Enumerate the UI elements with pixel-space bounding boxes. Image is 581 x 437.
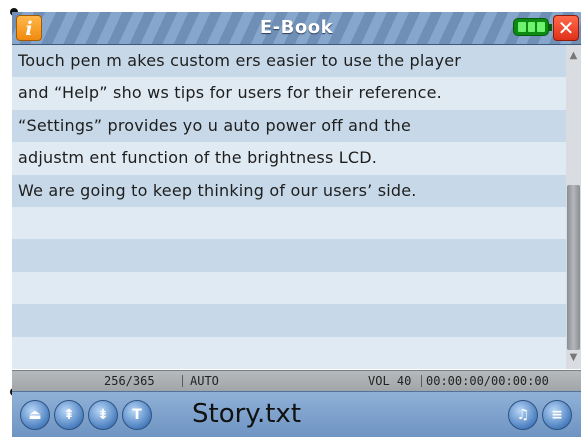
volume-readout: VOL 40 bbox=[368, 374, 412, 388]
text-line bbox=[12, 271, 566, 305]
file-name: Story.txt bbox=[192, 399, 302, 429]
menu-icon[interactable]: ≡ bbox=[542, 400, 572, 430]
time-readout: 00:00:00/00:00:00 bbox=[426, 374, 549, 388]
page-up-icon[interactable]: ⇞ bbox=[54, 400, 84, 430]
scroll-mode: AUTO bbox=[190, 374, 219, 388]
battery-cell bbox=[527, 22, 536, 32]
text-line: adjustm ent function of the brightness L… bbox=[12, 142, 566, 175]
window-title: E-Book bbox=[259, 17, 334, 38]
battery-icon bbox=[513, 18, 552, 36]
page-counter: 256/365 bbox=[104, 374, 155, 388]
text-line bbox=[12, 206, 566, 240]
status-bar: 256/365 AUTO VOL 40 00:00:00/00:00:00 bbox=[12, 370, 581, 391]
title-bar: i E-Book ✕ bbox=[12, 12, 581, 45]
ebook-window: i E-Book ✕ Touch pen m akes custom ers e… bbox=[0, 0, 581, 437]
battery-cell bbox=[537, 22, 546, 32]
text-icon[interactable]: T bbox=[122, 400, 152, 430]
scroll-down-icon[interactable]: ▼ bbox=[566, 351, 581, 365]
battery-tip bbox=[549, 24, 552, 31]
vertical-scrollbar[interactable]: ▲ ▼ bbox=[566, 45, 581, 369]
eject-icon[interactable]: ⏏ bbox=[20, 400, 50, 430]
control-bar: ⏏ ⇞ ⇟ T Story.txt ♫ ≡ bbox=[12, 391, 581, 437]
text-view[interactable]: Touch pen m akes custom ers easier to us… bbox=[12, 45, 566, 369]
music-icon[interactable]: ♫ bbox=[508, 400, 538, 430]
scroll-thumb[interactable] bbox=[567, 185, 580, 350]
battery-cell bbox=[518, 22, 526, 32]
text-line bbox=[12, 304, 566, 337]
text-line bbox=[12, 239, 566, 272]
scroll-up-icon[interactable]: ▲ bbox=[566, 49, 581, 63]
text-line bbox=[12, 336, 566, 369]
text-line: We are going to keep thinking of our use… bbox=[12, 174, 566, 207]
status-divider bbox=[421, 375, 422, 387]
text-line: “Settings” provides yo u auto power off … bbox=[12, 109, 566, 143]
text-line: and “Help” sho ws tips for users for the… bbox=[12, 77, 566, 110]
status-divider bbox=[182, 375, 183, 387]
close-button[interactable]: ✕ bbox=[553, 15, 579, 41]
text-line: Touch pen m akes custom ers easier to us… bbox=[12, 45, 566, 78]
page-down-icon[interactable]: ⇟ bbox=[88, 400, 118, 430]
